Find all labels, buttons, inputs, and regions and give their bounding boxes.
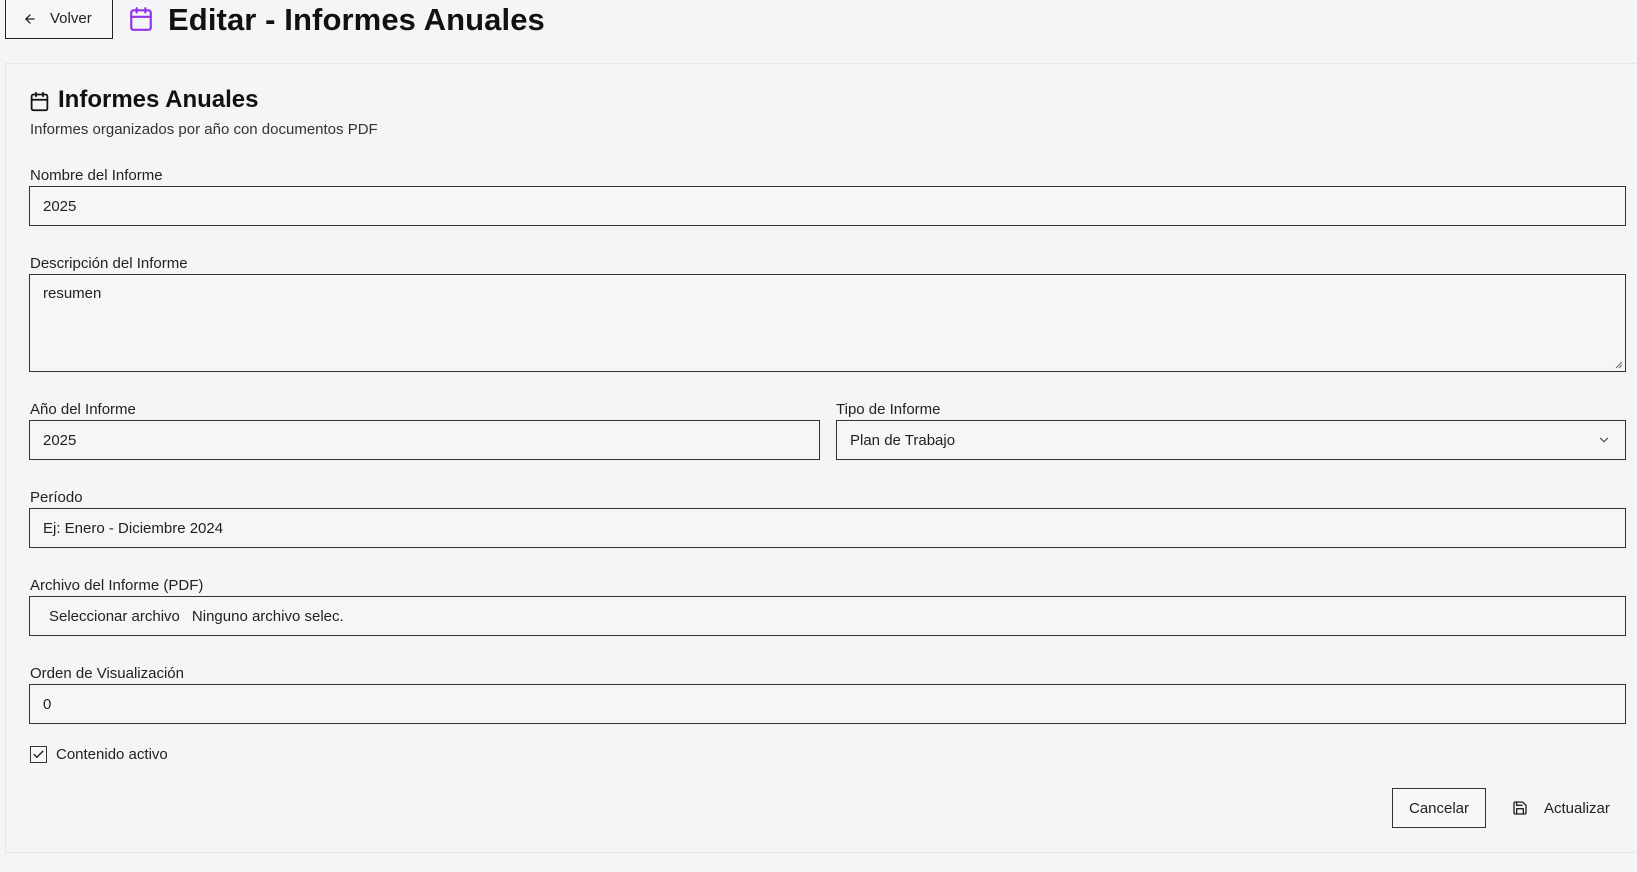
period-label: Período xyxy=(30,489,83,506)
save-icon xyxy=(1513,801,1527,815)
order-input-value: 0 xyxy=(43,695,52,713)
cancel-button[interactable]: Cancelar xyxy=(1392,788,1486,828)
file-label: Archivo del Informe (PDF) xyxy=(30,577,204,594)
order-label: Orden de Visualización xyxy=(30,665,184,682)
update-button[interactable]: Actualizar xyxy=(1502,788,1627,828)
type-select-value: Plan de Trabajo xyxy=(850,431,956,449)
file-select-button[interactable]: Seleccionar archivo xyxy=(49,608,180,625)
year-input-value: 2025 xyxy=(43,431,77,449)
period-input[interactable]: Ej: Enero - Diciembre 2024 xyxy=(29,508,1626,548)
back-button-label: Volver xyxy=(50,10,92,27)
description-label: Descripción del Informe xyxy=(30,255,188,272)
update-button-label: Actualizar xyxy=(1544,799,1610,817)
card-title: Informes Anuales xyxy=(58,86,259,113)
chevron-down-icon xyxy=(1599,437,1609,443)
back-button[interactable]: Volver xyxy=(5,0,113,39)
order-input[interactable]: 0 xyxy=(29,684,1626,724)
year-input[interactable]: 2025 xyxy=(29,420,820,460)
period-input-placeholder: Ej: Enero - Diciembre 2024 xyxy=(43,519,224,537)
check-icon xyxy=(33,750,44,758)
form-card: Informes Anuales Informes organizados po… xyxy=(5,63,1637,853)
calendar-icon xyxy=(30,91,49,112)
page-title: Editar - Informes Anuales xyxy=(168,2,545,37)
file-status: Ninguno archivo selec. xyxy=(191,607,344,625)
description-textarea[interactable]: resumen xyxy=(29,274,1626,372)
top-bar: Volver Editar - Informes Anuales xyxy=(0,0,1637,40)
calendar-icon xyxy=(130,7,152,31)
year-label: Año del Informe xyxy=(30,401,136,418)
name-label: Nombre del Informe xyxy=(30,167,163,184)
type-select[interactable]: Plan de Trabajo xyxy=(836,420,1626,460)
description-textarea-value: resumen xyxy=(43,285,102,302)
resize-grip-icon[interactable] xyxy=(1613,359,1623,369)
active-checkbox[interactable] xyxy=(30,746,47,763)
arrow-left-icon xyxy=(25,13,35,24)
cancel-button-label: Cancelar xyxy=(1408,799,1470,817)
card-description: Informes organizados por año con documen… xyxy=(30,121,378,138)
active-checkbox-label: Contenido activo xyxy=(56,746,168,763)
name-input-value: 2025 xyxy=(43,197,77,215)
type-label: Tipo de Informe xyxy=(836,401,941,418)
name-input[interactable]: 2025 xyxy=(29,186,1626,226)
file-input[interactable]: Seleccionar archivo Ninguno archivo sele… xyxy=(29,596,1626,636)
